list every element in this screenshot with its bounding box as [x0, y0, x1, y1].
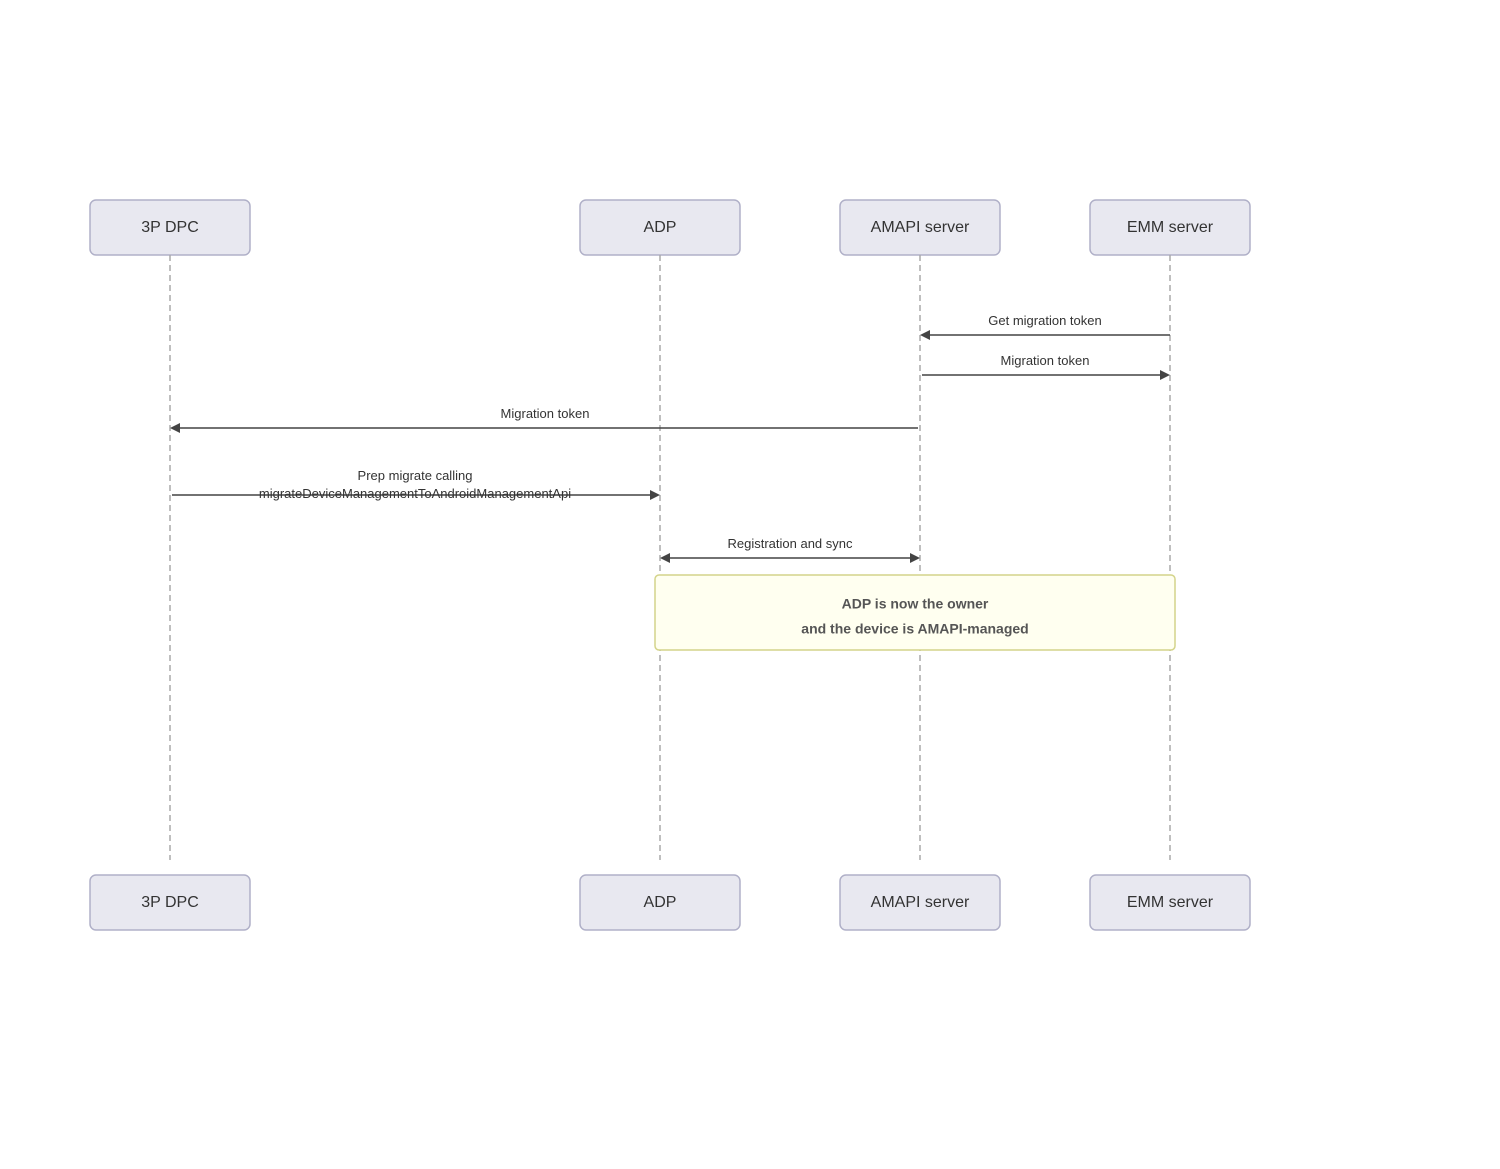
label-get-migration-token: Get migration token — [988, 313, 1101, 328]
arrowhead-prep-migrate — [650, 490, 660, 500]
actor-label-amapi-bottom: AMAPI server — [871, 894, 970, 911]
arrowhead-get-migration-token — [920, 330, 930, 340]
label-migration-token-dpc: Migration token — [501, 406, 590, 421]
actor-label-emm-top: EMM server — [1127, 219, 1214, 236]
actor-label-amapi-top: AMAPI server — [871, 219, 970, 236]
actor-label-dpc-bottom: 3P DPC — [141, 894, 199, 911]
actor-label-emm-bottom: EMM server — [1127, 894, 1214, 911]
highlight-label-2: and the device is AMAPI-managed — [801, 621, 1028, 637]
actor-label-dpc-top: 3P DPC — [141, 219, 199, 236]
highlight-box — [655, 575, 1175, 650]
arrowhead-reg-sync-left — [660, 553, 670, 563]
arrowhead-reg-sync-right — [910, 553, 920, 563]
label-prep-migrate-2: migrateDeviceManagementToAndroidManageme… — [259, 486, 571, 501]
actor-label-adp-bottom: ADP — [644, 894, 677, 911]
label-migration-token-emm: Migration token — [1001, 353, 1090, 368]
actor-label-adp-top: ADP — [644, 219, 677, 236]
highlight-label-1: ADP is now the owner — [842, 596, 989, 612]
diagram-container: 3P DPC ADP AMAPI server EMM server Get m… — [40, 180, 1460, 960]
label-prep-migrate-1: Prep migrate calling — [358, 468, 473, 483]
arrowhead-migration-token-dpc — [170, 423, 180, 433]
label-reg-sync: Registration and sync — [727, 536, 853, 551]
arrowhead-migration-token-emm — [1160, 370, 1170, 380]
